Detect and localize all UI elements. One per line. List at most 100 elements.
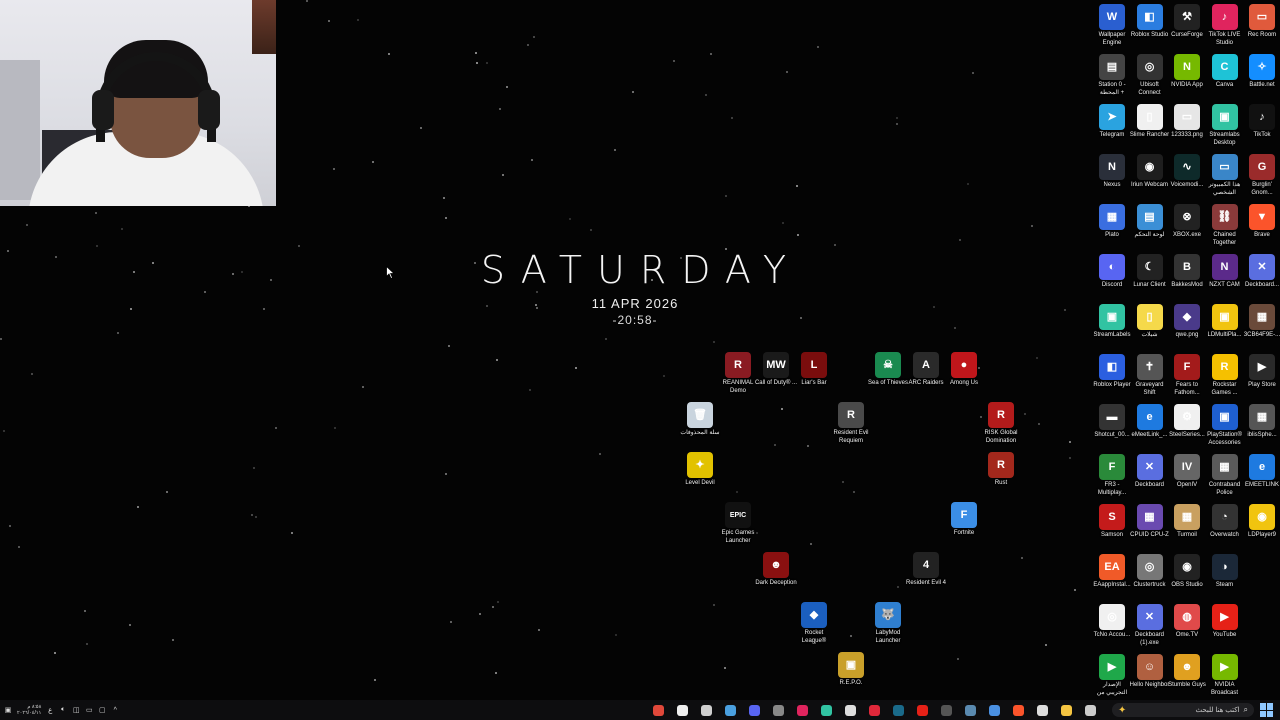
grid-icon-20[interactable]: ▦ Plato [1092,204,1132,240]
grid-icon-49[interactable]: e EMEETLINK [1242,454,1280,490]
meet-now-icon[interactable]: ▭ [85,706,93,714]
taskbar-app-brave[interactable] [1008,702,1028,718]
grid-icon-7[interactable]: N NVIDIA App [1167,54,1207,90]
language-icon[interactable]: ع [46,706,54,714]
grid-icon-46[interactable]: ✕ Deckboard [1130,454,1170,490]
start-button[interactable] [1260,703,1274,717]
grid-icon-0[interactable]: W Wallpaper Engine [1092,4,1132,47]
grid-icon-6[interactable]: ◎ Ubisoft Connect [1130,54,1170,97]
chevron-up-icon[interactable]: ^ [111,706,119,714]
desktop-icon-5[interactable]: ● Among Us [942,352,986,388]
grid-icon-14[interactable]: ♪ TikTok [1242,104,1280,140]
grid-icon-41[interactable]: e eMeetLink_... [1130,404,1170,440]
grid-icon-68[interactable]: ▶ NVIDIA Broadcast [1205,654,1245,697]
taskbar-search-box[interactable]: ✦ اكتب هنا للبحث ⌕ [1112,703,1254,717]
grid-icon-15[interactable]: N Nexus [1092,154,1132,190]
taskbar-app-steam[interactable] [960,702,980,718]
taskbar-app-calculator[interactable] [936,702,956,718]
desktop-icon-13[interactable]: ☻ Dark Deception [754,552,798,588]
grid-icon-38[interactable]: R Rockstar Games ... [1205,354,1245,397]
taskbar-app-discord[interactable] [744,702,764,718]
grid-icon-45[interactable]: F FR3 - Multiplay... [1092,454,1132,497]
volume-icon[interactable]: 🔈︎ [59,706,67,714]
grid-icon-4[interactable]: ▭ Rec Room [1242,4,1280,40]
grid-icon-44[interactable]: ▦ iblisSphe... [1242,404,1280,440]
grid-icon-25[interactable]: ◐ Discord [1092,254,1132,290]
grid-icon-26[interactable]: ☾ Lunar Client [1130,254,1170,290]
taskbar-app-capcut[interactable] [840,702,860,718]
taskbar-app-xbox[interactable] [696,702,716,718]
desktop-icon-17[interactable]: ▣ R.E.P.O. [829,652,873,688]
grid-icon-61[interactable]: ✕ Deckboard (1).exe [1130,604,1170,647]
grid-icon-40[interactable]: ▬ Shotcut_00... [1092,404,1132,440]
desktop-icon-6[interactable]: 🗑 سلة المحذوفات [678,402,722,438]
grid-icon-35[interactable]: ◧ Roblox Player [1092,354,1132,390]
taskbar-app-terminal[interactable] [888,702,908,718]
taskbar-app-streamlabs[interactable] [816,702,836,718]
grid-icon-23[interactable]: ⛓ Chained Together [1205,204,1245,247]
grid-icon-48[interactable]: ▦ Contraband Police [1205,454,1245,497]
grid-icon-56[interactable]: ◎ Clustertruck [1130,554,1170,590]
grid-icon-50[interactable]: S Samson [1092,504,1132,540]
grid-icon-65[interactable]: ▶ الإصدار التجريبي من [1092,654,1132,697]
taskbar-app-task-view[interactable] [1080,702,1100,718]
grid-icon-51[interactable]: ▦ CPUID CPU-Z [1130,504,1170,540]
grid-icon-28[interactable]: N NZXT CAM [1205,254,1245,290]
grid-icon-16[interactable]: ◉ Iriun Webcam [1130,154,1170,190]
grid-icon-39[interactable]: ▶ Play Store [1242,354,1280,390]
desktop-icon-15[interactable]: ◆ Rocket League® [792,602,836,645]
grid-icon-10[interactable]: ➤ Telegram [1092,104,1132,140]
grid-icon-12[interactable]: ▭ 123333.png [1167,104,1207,140]
grid-icon-27[interactable]: B BakkesMod [1167,254,1207,290]
grid-icon-32[interactable]: ◆ qwe.png [1167,304,1207,340]
grid-icon-58[interactable]: ◑ Steam [1205,554,1245,590]
grid-icon-62[interactable]: ◍ Ome.TV [1167,604,1207,640]
grid-icon-67[interactable]: ☻ Stumble Guys [1167,654,1207,690]
taskbar-app-tiktok[interactable] [1032,702,1052,718]
grid-icon-42[interactable]: ⚙ SteelSeries... [1167,404,1207,440]
grid-icon-19[interactable]: G Burglin' Gnom... [1242,154,1280,197]
desktop-icon-10[interactable]: R Rust [979,452,1023,488]
desktop-icon-2[interactable]: L Liar's Bar [792,352,836,388]
network-icon[interactable]: ◫ [72,706,80,714]
grid-icon-2[interactable]: ⚒ CurseForge [1167,4,1207,40]
grid-icon-21[interactable]: ▤ لوحة التحكم [1130,204,1170,240]
taskbar-app-youtube[interactable] [912,702,932,718]
desktop-icon-14[interactable]: 4 Resident Evil 4 [904,552,948,588]
taskbar-app-chrome[interactable] [648,702,668,718]
desktop-icon-9[interactable]: ✦ Level Devil [678,452,722,488]
app-tray-icon[interactable]: ▢ [98,706,106,714]
grid-icon-53[interactable]: ◔ Overwatch [1205,504,1245,540]
desktop-icon-7[interactable]: R Resident Evil Requiem [829,402,873,445]
taskbar-app-tiktok-live[interactable] [792,702,812,718]
grid-icon-9[interactable]: ✧ Battle.net [1242,54,1280,90]
grid-icon-43[interactable]: ▣ PlayStation® Accessories [1205,404,1245,447]
grid-icon-18[interactable]: ▭ هذا الكمبيوتر الشخصي [1205,154,1245,197]
taskbar-app-search-app[interactable] [672,702,692,718]
taskbar-clock[interactable]: ٨:٥٨ م ٢٠٢٦/٠٤/١١ [17,704,41,716]
desktop-icon-16[interactable]: 🐺 LabyMod Launcher [866,602,910,645]
grid-icon-57[interactable]: ◉ OBS Studio [1167,554,1207,590]
desktop[interactable]: SATURDAY 11 APR 2026 -20:58- R REANIMAL D… [0,0,1280,720]
grid-icon-3[interactable]: ♪ TikTok LIVE Studio [1205,4,1245,47]
grid-icon-17[interactable]: ∿ Voicemodi... [1167,154,1207,190]
grid-icon-29[interactable]: ✕ Deckboard... [1242,254,1280,290]
grid-icon-34[interactable]: ▦ 3CB64F9E-... [1242,304,1280,340]
grid-icon-52[interactable]: ▦ Turmoil [1167,504,1207,540]
grid-icon-8[interactable]: C Canva [1205,54,1245,90]
grid-icon-37[interactable]: F Fears to Fathom... [1167,354,1207,397]
grid-icon-5[interactable]: ▤ Station 0 - المحطة + [1092,54,1132,97]
grid-icon-63[interactable]: ▶ YouTube [1205,604,1245,640]
grid-icon-54[interactable]: ◉ LDPlayer9 [1242,504,1280,540]
grid-icon-36[interactable]: ✝ Graveyard Shift [1130,354,1170,397]
grid-icon-13[interactable]: ▣ Streamlabs Desktop [1205,104,1245,147]
taskbar-app-chrome-2[interactable] [984,702,1004,718]
taskbar-app-wolf[interactable] [720,702,740,718]
grid-icon-66[interactable]: ☺ Hello Neighbor [1130,654,1170,690]
grid-icon-31[interactable]: ▯ شيلات [1130,304,1170,340]
grid-icon-24[interactable]: ▼ Brave [1242,204,1280,240]
grid-icon-22[interactable]: ⊗ XBOX.exe [1167,204,1207,240]
desktop-icon-8[interactable]: R RISK Global Domination [979,402,1023,445]
grid-icon-30[interactable]: ▣ StreamLabels [1092,304,1132,340]
grid-icon-55[interactable]: EA EAappInstal... [1092,554,1132,590]
